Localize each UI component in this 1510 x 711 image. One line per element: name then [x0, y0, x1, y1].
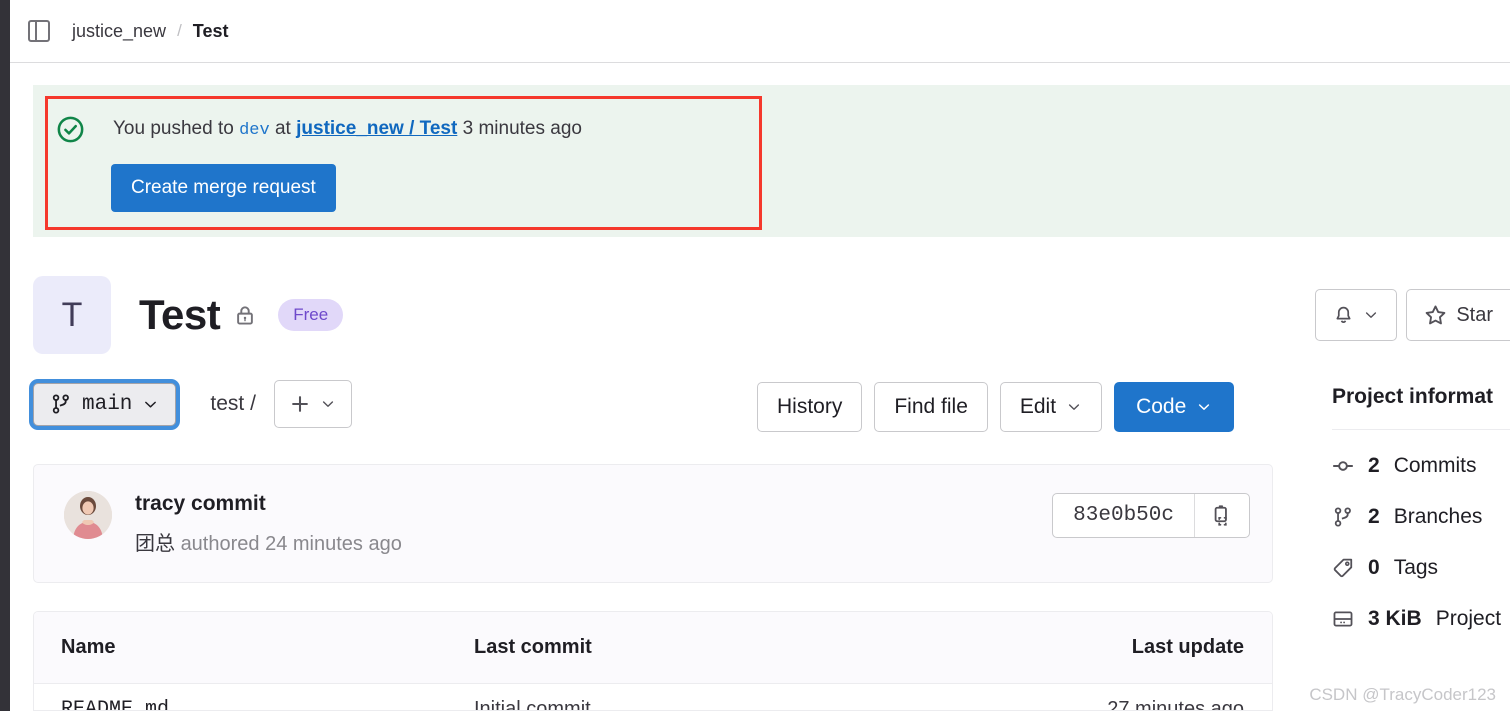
- file-last-update: 27 minutes ago: [1107, 697, 1244, 711]
- find-file-button[interactable]: Find file: [874, 382, 988, 432]
- notifications-button[interactable]: [1315, 289, 1398, 341]
- branch-selector[interactable]: main: [33, 382, 177, 426]
- plan-badge[interactable]: Free: [278, 299, 344, 331]
- breadcrumb-current[interactable]: Test: [193, 21, 229, 42]
- history-button[interactable]: History: [757, 382, 863, 432]
- project-information-title: Project informat: [1332, 385, 1494, 408]
- breadcrumb: justice_new / Test: [72, 21, 228, 42]
- table-row[interactable]: README.md Initial commit 27 minutes ago: [34, 684, 1272, 711]
- user-photo-icon: [64, 491, 112, 539]
- chevron-down-icon: [1199, 404, 1210, 410]
- sidebar-item-tags[interactable]: 0 Tags: [1332, 556, 1510, 580]
- edit-button[interactable]: Edit: [999, 382, 1103, 432]
- sidebar-item-storage[interactable]: 3 KiB Project: [1332, 607, 1510, 631]
- file-table-header: Name Last commit Last update: [34, 612, 1272, 684]
- commits-label: Commits: [1393, 454, 1477, 477]
- project-information-panel: Project informat 2 Commits 2 Branches 0 …: [1332, 385, 1510, 631]
- commit-message[interactable]: tracy commit: [135, 492, 266, 516]
- push-text-before: You pushed to: [113, 118, 234, 139]
- commit-icon: [1332, 461, 1354, 471]
- star-icon: [1425, 305, 1446, 324]
- file-last-commit[interactable]: Initial commit: [474, 698, 1034, 711]
- code-button[interactable]: Code: [1114, 382, 1235, 432]
- avatar[interactable]: [64, 491, 112, 539]
- tag-icon: [1333, 558, 1353, 578]
- storage-count: 3 KiB: [1368, 607, 1422, 630]
- check-circle-icon: [57, 116, 84, 143]
- history-button-label: History: [777, 395, 843, 418]
- push-banner-text: You pushed to dev at justice_new / Test …: [113, 114, 582, 146]
- commit-meta: 团总 authored 24 minutes ago: [135, 527, 402, 556]
- find-file-button-label: Find file: [894, 395, 968, 418]
- bell-icon: [1336, 306, 1351, 323]
- chevron-down-icon: [1068, 404, 1080, 410]
- branches-count: 2: [1368, 505, 1380, 528]
- commit-sha[interactable]: 83e0b50c: [1053, 494, 1195, 537]
- storage-label: Project: [1435, 607, 1502, 630]
- branches-label: Branches: [1393, 505, 1483, 528]
- plus-icon: [292, 396, 309, 412]
- branch-selector-label: main: [82, 392, 133, 416]
- breadcrumb-separator: /: [177, 21, 182, 40]
- commit-sha-group: 83e0b50c: [1052, 493, 1250, 538]
- edit-button-label: Edit: [1019, 395, 1057, 418]
- commits-count: 2: [1368, 454, 1380, 477]
- project-header: T Test Free: [33, 275, 344, 355]
- repo-path: test /: [210, 392, 256, 415]
- code-button-label: Code: [1136, 395, 1187, 418]
- push-time: 3 minutes ago: [462, 118, 582, 139]
- column-header-last-update: Last update: [1131, 636, 1244, 658]
- push-project-link[interactable]: justice_new / Test: [296, 118, 457, 139]
- sidebar-item-branches[interactable]: 2 Branches: [1332, 505, 1510, 529]
- chevron-down-icon: [1366, 312, 1377, 318]
- sidebar-panel-icon[interactable]: [28, 20, 50, 42]
- branch-icon: [52, 394, 69, 414]
- last-commit-card: tracy commit 团总 authored 24 minutes ago …: [33, 464, 1273, 583]
- divider: [1332, 429, 1510, 430]
- copy-icon-glyph: [1214, 505, 1227, 526]
- page-title: Test: [139, 291, 221, 338]
- lock-icon: [237, 306, 254, 325]
- star-button-label: Star: [1456, 303, 1493, 326]
- column-header-last-commit: Last commit: [474, 636, 592, 658]
- chevron-down-icon: [145, 401, 157, 408]
- push-text-at: at: [274, 118, 291, 139]
- project-header-actions: Star: [1315, 289, 1510, 341]
- file-name[interactable]: README.md: [34, 698, 474, 711]
- column-header-name: Name: [61, 636, 116, 658]
- repo-toolbar-right: History Find file Edit Code: [757, 382, 1235, 432]
- sidebar-item-commits[interactable]: 2 Commits: [1332, 454, 1510, 478]
- page-root: justice_new / Test You pushed to dev at …: [0, 0, 1510, 711]
- watermark: CSDN @TracyCoder123: [1309, 685, 1496, 704]
- repo-toolbar-left: main test /: [33, 380, 352, 428]
- project-stats-list: 2 Commits 2 Branches 0 Tags 3 KiB Projec…: [1332, 454, 1510, 631]
- storage-icon: [1333, 611, 1353, 627]
- breadcrumb-bar: justice_new / Test: [10, 0, 1510, 63]
- branch-icon: [1334, 507, 1351, 527]
- push-branch-link[interactable]: dev: [239, 121, 270, 140]
- collapsed-sidebar-rail[interactable]: [0, 0, 10, 711]
- commit-authored-time: authored 24 minutes ago: [180, 533, 402, 555]
- chevron-down-icon: [323, 401, 334, 407]
- breadcrumb-group[interactable]: justice_new: [72, 21, 166, 42]
- tags-label: Tags: [1393, 556, 1439, 579]
- tags-count: 0: [1368, 556, 1380, 579]
- project-avatar: T: [33, 276, 111, 354]
- add-to-tree-button[interactable]: [273, 380, 352, 428]
- star-button[interactable]: Star: [1406, 289, 1510, 341]
- push-banner-content: You pushed to dev at justice_new / Test …: [57, 108, 757, 220]
- repo-file-table: Name Last commit Last update README.md I…: [33, 611, 1273, 711]
- commit-author[interactable]: 团总: [135, 533, 175, 555]
- create-merge-request-button[interactable]: Create merge request: [111, 164, 336, 212]
- copy-clipboard-icon[interactable]: [1195, 494, 1249, 537]
